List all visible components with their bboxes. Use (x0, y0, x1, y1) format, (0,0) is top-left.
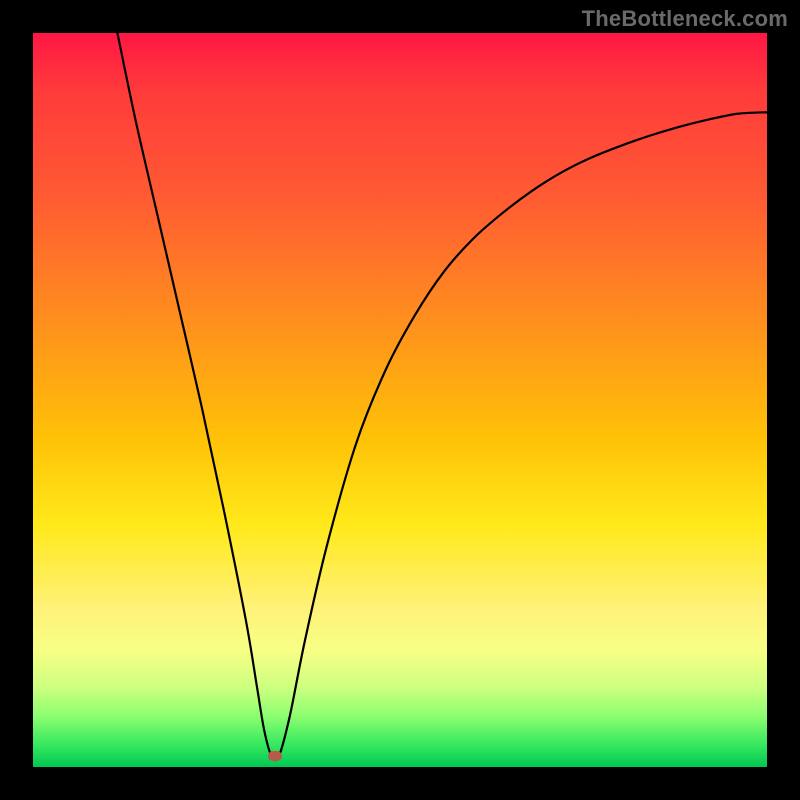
watermark-text: TheBottleneck.com (582, 6, 788, 32)
bottleneck-curve (117, 33, 767, 760)
plot-area (33, 33, 767, 767)
curve-svg (33, 33, 767, 767)
optimal-marker (268, 751, 282, 761)
chart-frame: TheBottleneck.com (0, 0, 800, 800)
